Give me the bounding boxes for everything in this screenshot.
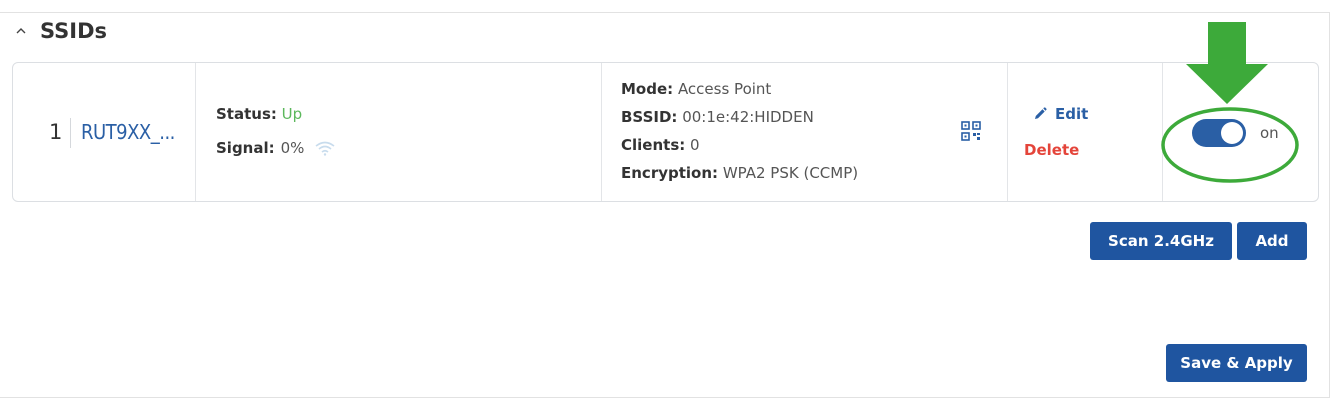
column-divider xyxy=(1007,63,1008,201)
wifi-icon xyxy=(315,141,335,156)
mode-value: Access Point xyxy=(677,80,772,98)
mode-line: Mode: Access Point xyxy=(621,80,771,98)
encryption-value: WPA2 PSK (CCMP) xyxy=(722,164,859,182)
status-value: Up xyxy=(281,105,303,123)
ssid-row: 1 RUT9XX_... Status: Up Signal: 0% Mode:… xyxy=(12,62,1319,202)
encryption-label: Encryption: xyxy=(621,164,719,182)
toggle-knob xyxy=(1221,122,1243,144)
save-apply-button[interactable]: Save & Apply xyxy=(1166,344,1307,382)
ssid-index: 1 xyxy=(49,120,63,144)
pencil-icon xyxy=(1035,107,1047,119)
status-cell: Status: Up Signal: 0% xyxy=(216,63,596,201)
bssid-value: 00:1e:42:HIDDEN xyxy=(682,108,814,126)
clients-value: 0 xyxy=(690,136,700,154)
column-divider xyxy=(1162,63,1163,201)
chevron-up-icon[interactable] xyxy=(16,26,26,36)
encryption-line: Encryption: WPA2 PSK (CCMP) xyxy=(621,164,858,182)
ssid-name-cell: 1 RUT9XX_... xyxy=(13,63,195,201)
qr-code-icon[interactable] xyxy=(961,121,981,141)
scan-button[interactable]: Scan 2.4GHz xyxy=(1090,222,1232,260)
clients-label: Clients: xyxy=(621,136,686,154)
clients-line: Clients: 0 xyxy=(621,136,700,154)
signal-label: Signal: xyxy=(216,139,275,157)
bssid-line: BSSID: 00:1e:42:HIDDEN xyxy=(621,108,814,126)
add-button[interactable]: Add xyxy=(1237,222,1307,260)
edit-button[interactable]: Edit xyxy=(1033,105,1088,123)
index-divider xyxy=(70,118,71,148)
enable-toggle[interactable] xyxy=(1192,119,1246,147)
column-divider xyxy=(195,63,196,201)
delete-button[interactable]: Delete xyxy=(1024,141,1079,159)
signal-value: 0% xyxy=(280,139,305,157)
bssid-label: BSSID: xyxy=(621,108,678,126)
edit-label: Edit xyxy=(1055,105,1089,123)
ssid-name-link[interactable]: RUT9XX_... xyxy=(81,120,175,144)
section-header[interactable]: SSIDs xyxy=(16,19,107,43)
column-divider xyxy=(601,63,602,201)
status-label: Status: xyxy=(216,105,277,123)
mode-label: Mode: xyxy=(621,80,674,98)
enable-toggle-group: on xyxy=(1192,119,1279,147)
toggle-state-label: on xyxy=(1260,124,1279,142)
status-line: Status: Up xyxy=(216,105,302,123)
section-title: SSIDs xyxy=(40,19,108,43)
signal-line: Signal: 0% xyxy=(216,139,336,157)
info-cell: Mode: Access Point BSSID: 00:1e:42:HIDDE… xyxy=(621,63,1001,201)
